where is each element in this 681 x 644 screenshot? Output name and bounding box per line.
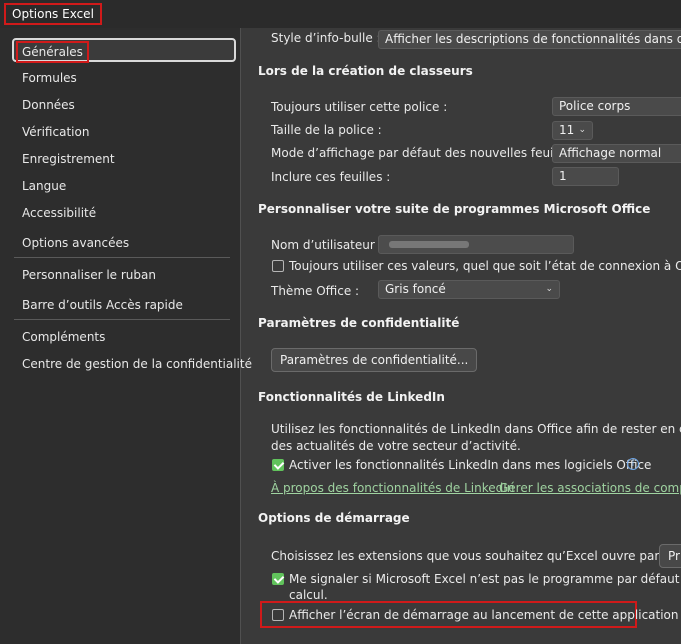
- section-title-startup: Options de démarrage: [258, 511, 410, 525]
- chevron-down-icon: ⌄: [545, 284, 553, 294]
- general-options-panel: Style d’info-bulle : Afficher les descri…: [241, 28, 681, 644]
- font-size-label: Taille de la police :: [271, 123, 382, 137]
- font-size-dropdown[interactable]: 11 ⌄: [552, 121, 593, 140]
- tooltip-style-dropdown[interactable]: Afficher les descriptions de fonctionnal…: [378, 30, 681, 49]
- view-mode-value: Affichage normal: [559, 146, 662, 160]
- view-mode-label: Mode d’affichage par défaut des nouvelle…: [271, 146, 582, 160]
- office-theme-dropdown[interactable]: Gris foncé ⌄: [378, 280, 560, 299]
- chevron-down-icon: ⌄: [578, 125, 586, 135]
- username-input[interactable]: [378, 235, 574, 254]
- sidebar-item-personnaliser-ruban[interactable]: Personnaliser le ruban: [14, 263, 234, 287]
- username-redaction: [389, 241, 469, 248]
- office-theme-value: Gris foncé: [385, 282, 446, 296]
- view-mode-dropdown[interactable]: Affichage normal: [552, 144, 681, 163]
- username-label: Nom d’utilisateur :: [271, 238, 383, 252]
- sidebar-item-centre-confidentialite[interactable]: Centre de gestion de la confidentialité: [14, 352, 252, 376]
- tooltip-style-value: Afficher les descriptions de fonctionnal…: [385, 32, 681, 46]
- sheets-count-label: Inclure ces feuilles :: [271, 170, 391, 184]
- linkedin-manage-link[interactable]: Gérer les associations de compte L: [499, 481, 681, 495]
- linkedin-description-line1: Utilisez les fonctionnalités de LinkedIn…: [271, 422, 681, 436]
- sidebar-item-label: Générales: [16, 41, 89, 63]
- sidebar-item-verification[interactable]: Vérification: [14, 120, 234, 144]
- default-program-label-line1: Me signaler si Microsoft Excel n’est pas…: [289, 572, 681, 586]
- font-size-value: 11: [559, 123, 575, 137]
- privacy-settings-button[interactable]: Paramètres de confidentialité...: [271, 348, 478, 372]
- section-title-privacy: Paramètres de confidentialité: [258, 316, 460, 330]
- tooltip-style-label: Style d’info-bulle :: [271, 31, 381, 45]
- font-dropdown[interactable]: Police corps: [552, 97, 681, 116]
- sidebar-divider: [14, 257, 230, 258]
- linkedin-description-line2: des actualités de votre secteur d’activi…: [271, 439, 521, 453]
- font-value: Police corps: [559, 99, 631, 113]
- sidebar-item-complements[interactable]: Compléments: [14, 325, 234, 349]
- sidebar-divider: [14, 319, 230, 320]
- section-title-creation: Lors de la création de classeurs: [258, 64, 473, 78]
- sidebar-item-accessibilite[interactable]: Accessibilité: [14, 201, 234, 225]
- office-theme-label: Thème Office :: [271, 284, 360, 298]
- linkedin-enable-label: Activer les fonctionnalités LinkedIn dan…: [289, 458, 652, 472]
- always-use-values-label: Toujours utiliser ces valeurs, quel que …: [289, 259, 681, 273]
- default-program-checkbox[interactable]: [272, 573, 284, 585]
- splash-screen-checkbox[interactable]: [272, 609, 284, 621]
- section-title-linkedin: Fonctionnalités de LinkedIn: [258, 390, 445, 404]
- sidebar-item-formules[interactable]: Formules: [14, 66, 234, 90]
- window-title: Options Excel: [4, 3, 102, 25]
- linkedin-enable-checkbox[interactable]: [272, 459, 284, 471]
- sidebar-item-donnees[interactable]: Données: [14, 93, 234, 117]
- sidebar-item-barre-outils[interactable]: Barre d’outils Accès rapide: [14, 293, 234, 317]
- title-bar: Options Excel: [0, 0, 681, 28]
- sidebar-item-generales[interactable]: Générales: [12, 38, 236, 63]
- sidebar-item-langue[interactable]: Langue: [14, 174, 234, 198]
- splash-screen-label: Afficher l’écran de démarrage au lanceme…: [289, 608, 679, 622]
- always-use-values-checkbox[interactable]: [272, 260, 284, 272]
- info-icon[interactable]: i: [627, 458, 639, 470]
- sidebar-item-enregistrement[interactable]: Enregistrement: [14, 147, 234, 171]
- font-label: Toujours utiliser cette police :: [271, 100, 448, 114]
- sheets-count-value: 1: [559, 169, 567, 183]
- extensions-label: Choisissez les extensions que vous souha…: [271, 549, 681, 563]
- default-program-label-line2: calcul.: [289, 588, 328, 602]
- sheets-count-spinner[interactable]: 1: [552, 167, 619, 186]
- linkedin-about-link[interactable]: À propos des fonctionnalités de LinkedIn: [271, 481, 514, 495]
- sidebar: Générales Formules Données Vérification …: [0, 28, 252, 644]
- default-programs-button[interactable]: Pr: [659, 544, 681, 568]
- sidebar-item-options-avancees[interactable]: Options avancées: [14, 231, 234, 255]
- section-title-personalize: Personnaliser votre suite de programmes …: [258, 202, 651, 216]
